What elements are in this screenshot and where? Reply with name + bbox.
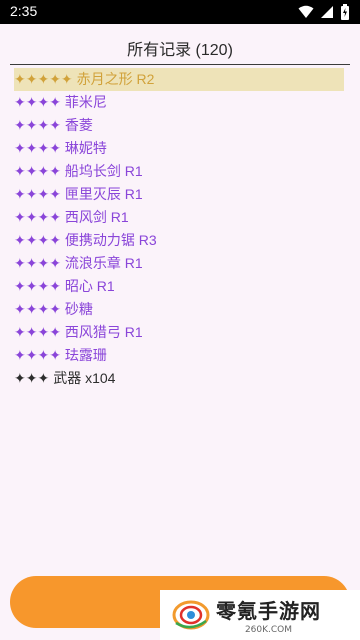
records-screen: 所有记录 (120) ✦✦✦✦✦ 赤月之形 R2 ✦✦✦✦ 菲米尼 ✦✦✦✦ 香菱 ✦✦✦✦… [0,24,360,640]
record-row: ✦✦✦✦ 西风剑 R1 [14,206,344,229]
title-divider [10,64,350,65]
rarity-stars-icon: ✦✦✦✦ [14,278,61,294]
status-time: 2:35 [10,3,38,19]
rarity-stars-icon: ✦✦✦✦ [14,140,61,156]
record-row: ✦✦✦ 武器 x104 [14,367,344,390]
record-name: 昭心 R1 [64,278,115,294]
rarity-stars-icon: ✦✦✦✦ [14,347,61,363]
record-name: 船坞长剑 R1 [64,163,143,179]
record-name: 西风猎弓 R1 [64,324,143,340]
record-name: 匣里灭辰 R1 [64,186,143,202]
record-row: ✦✦✦✦ 流浪乐章 R1 [14,252,344,275]
record-row: ✦✦✦✦ 砂糖 [14,298,344,321]
signal-icon [321,6,333,18]
record-row: ✦✦✦✦ 西风猎弓 R1 [14,321,344,344]
rarity-stars-icon: ✦✦✦✦ [14,117,61,133]
record-row: ✦✦✦✦ 便携动力锯 R3 [14,229,344,252]
rarity-stars-icon: ✦✦✦✦ [14,301,61,317]
watermark-title: 零氪手游网 [216,599,321,623]
rarity-stars-icon: ✦✦✦✦✦ [14,71,73,87]
rarity-stars-icon: ✦✦✦✦ [14,255,61,271]
status-icons [298,4,350,20]
record-name: 武器 x104 [53,370,116,386]
rarity-stars-icon: ✦✦✦✦ [14,209,61,225]
rarity-stars-icon: ✦✦✦✦ [14,232,61,248]
watermark: 零氪手游网 260K.COM [160,590,360,640]
record-row: ✦✦✦✦ 珐露珊 [14,344,344,367]
logo-icon [172,600,210,630]
rarity-stars-icon: ✦✦✦ [14,370,50,386]
rarity-stars-icon: ✦✦✦✦ [14,324,61,340]
rarity-stars-icon: ✦✦✦✦ [14,163,61,179]
watermark-subtitle: 260K.COM [244,625,293,635]
record-name: 赤月之形 R2 [76,71,155,87]
record-row: ✦✦✦✦ 船坞长剑 R1 [14,160,344,183]
record-name: 菲米尼 [64,94,107,110]
records-list: ✦✦✦✦✦ 赤月之形 R2 ✦✦✦✦ 菲米尼 ✦✦✦✦ 香菱 ✦✦✦✦ 琳妮特 ✦✦✦✦ 船坞长剑… [14,68,344,390]
record-row: ✦✦✦✦✦ 赤月之形 R2 [14,68,344,91]
record-name: 西风剑 R1 [64,209,129,225]
record-name: 砂糖 [64,301,93,317]
record-name: 琳妮特 [64,140,107,156]
record-name: 便携动力锯 R3 [64,232,157,248]
record-name: 珐露珊 [64,347,107,363]
record-row: ✦✦✦✦ 昭心 R1 [14,275,344,298]
status-bar: 2:35 [0,0,360,24]
wifi-icon [298,5,314,18]
rarity-stars-icon: ✦✦✦✦ [14,186,61,202]
record-name: 流浪乐章 R1 [64,255,143,271]
record-row: ✦✦✦✦ 菲米尼 [14,91,344,114]
record-row: ✦✦✦✦ 琳妮特 [14,137,344,160]
battery-icon [341,4,349,20]
record-name: 香菱 [64,117,93,133]
rarity-stars-icon: ✦✦✦✦ [14,94,61,110]
record-row: ✦✦✦✦ 香菱 [14,114,344,137]
record-row: ✦✦✦✦ 匣里灭辰 R1 [14,183,344,206]
page-title: 所有记录 (120) [127,42,233,59]
